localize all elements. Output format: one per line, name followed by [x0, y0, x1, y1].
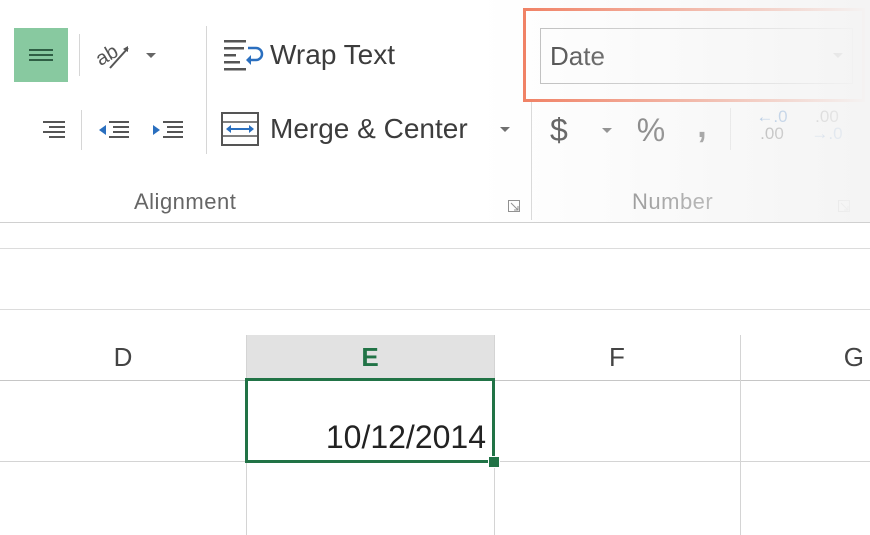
- decrease-decimal-button[interactable]: .00 →.0: [806, 108, 848, 150]
- chevron-down-icon[interactable]: [833, 53, 843, 58]
- percent-button[interactable]: %: [628, 108, 674, 152]
- dialog-launcher-icon[interactable]: [508, 200, 520, 212]
- increase-indent-button[interactable]: [148, 110, 188, 150]
- cell-f-row[interactable]: [495, 381, 740, 461]
- merge-center-icon: [221, 112, 259, 146]
- separator: [79, 34, 80, 76]
- ribbon: ab Wrap Text Merge & Center Date $ % , ←…: [0, 0, 870, 223]
- increase-indent-icon: [153, 121, 183, 138]
- ribbon-bottom-border: [0, 222, 870, 223]
- align-right-button[interactable]: [36, 110, 72, 150]
- chevron-down-icon[interactable]: [602, 128, 612, 133]
- chevron-down-icon[interactable]: [500, 127, 510, 132]
- formula-bar-top-border: [0, 248, 870, 249]
- chevron-down-icon[interactable]: [146, 53, 156, 58]
- align-middle-button[interactable]: [14, 28, 68, 82]
- wrap-text-button[interactable]: Wrap Text: [220, 32, 410, 78]
- text-orientation-icon: ab: [92, 40, 129, 71]
- merge-center-label: Merge & Center: [270, 113, 468, 144]
- increase-decimal-bottom: .00: [760, 124, 784, 143]
- decrease-decimal-bottom: →.0: [811, 124, 843, 143]
- cell-g-row[interactable]: [741, 381, 870, 461]
- separator: [730, 108, 731, 150]
- currency-symbol: $: [550, 111, 568, 148]
- decrease-indent-button[interactable]: [94, 110, 134, 150]
- alignment-group-label: Alignment: [134, 189, 237, 214]
- column-header-d[interactable]: D: [0, 335, 246, 380]
- active-cell-value: 10/12/2014: [325, 419, 486, 455]
- align-middle-icon: [29, 49, 53, 61]
- wrap-text-label: Wrap Text: [270, 39, 396, 70]
- wrap-text-icon: [224, 40, 264, 71]
- increase-decimal-button[interactable]: ←.0 .00: [752, 108, 792, 150]
- separator: [206, 26, 207, 154]
- svg-text:ab: ab: [92, 40, 122, 70]
- align-right-icon: [43, 121, 65, 138]
- decrease-indent-icon: [99, 121, 129, 138]
- column-header-e[interactable]: E: [246, 335, 494, 380]
- separator: [81, 110, 82, 150]
- column-header-f[interactable]: F: [494, 335, 740, 380]
- comma-symbol: ,: [697, 106, 707, 145]
- merge-center-button[interactable]: Merge & Center: [220, 106, 520, 152]
- cell-d-row[interactable]: [0, 381, 246, 461]
- number-group-label: Number: [632, 189, 714, 214]
- percent-symbol: %: [636, 111, 666, 148]
- dialog-launcher-icon[interactable]: [838, 200, 850, 212]
- comma-style-button[interactable]: ,: [684, 104, 720, 148]
- formula-bar-bottom-border: [0, 309, 870, 310]
- increase-decimal-top: ←.0: [756, 107, 788, 126]
- number-format-dropdown[interactable]: Date: [540, 28, 853, 84]
- column-header-g[interactable]: G: [740, 335, 870, 380]
- orientation-button[interactable]: ab: [92, 32, 164, 78]
- decrease-decimal-top: .00: [815, 107, 839, 126]
- active-cell-e[interactable]: 10/12/2014: [245, 378, 495, 463]
- number-format-value: Date: [550, 41, 605, 71]
- currency-button[interactable]: $: [550, 108, 620, 152]
- fill-handle[interactable]: [488, 456, 500, 468]
- group-separator: [531, 102, 532, 220]
